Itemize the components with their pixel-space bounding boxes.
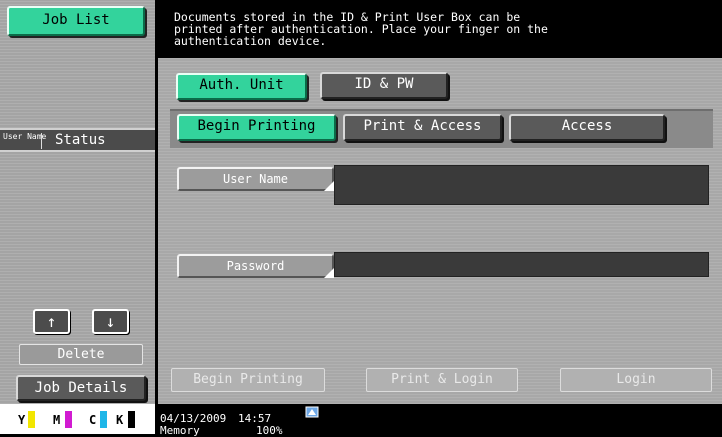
toner-c-label: C bbox=[89, 413, 97, 427]
job-list-button[interactable]: Job List bbox=[7, 6, 145, 36]
toner-level-bar: Y M C K bbox=[0, 404, 155, 434]
tab-begin-printing[interactable]: Begin Printing bbox=[177, 114, 336, 141]
tab-access[interactable]: Access bbox=[509, 114, 665, 141]
network-status-icon bbox=[305, 406, 319, 418]
status-time: 14:57 bbox=[238, 412, 272, 425]
scroll-up-button[interactable]: ↑ bbox=[33, 309, 70, 334]
begin-printing-button[interactable]: Begin Printing bbox=[171, 368, 325, 392]
instruction-message: Documents stored in the ID & Print User … bbox=[155, 0, 722, 58]
password-field[interactable] bbox=[334, 252, 709, 277]
left-panel bbox=[0, 0, 155, 434]
toner-k-gauge bbox=[128, 411, 135, 428]
toner-k-label: K bbox=[116, 413, 124, 427]
job-details-button[interactable]: Job Details bbox=[16, 375, 146, 401]
tab-id-pw[interactable]: ID & PW bbox=[320, 72, 448, 99]
col-separator bbox=[41, 133, 42, 149]
col-status: Status bbox=[55, 132, 106, 148]
toner-y-gauge bbox=[28, 411, 35, 428]
toner-m-gauge bbox=[65, 411, 72, 428]
toner-m-label: M bbox=[53, 413, 61, 427]
corner-triangle-icon bbox=[324, 268, 334, 278]
scroll-down-button[interactable]: ↓ bbox=[92, 309, 129, 334]
status-date: 04/13/2009 bbox=[160, 412, 227, 425]
corner-triangle-icon bbox=[324, 181, 334, 191]
user-name-button[interactable]: User Name bbox=[177, 167, 334, 191]
status-bar: 04/13/2009 14:57 Memory 100% bbox=[155, 404, 722, 437]
memory-value: 100% bbox=[256, 424, 283, 437]
tab-print-access[interactable]: Print & Access bbox=[343, 114, 502, 141]
password-button[interactable]: Password bbox=[177, 254, 334, 278]
user-name-label: User Name bbox=[222, 172, 289, 186]
toner-c-gauge bbox=[100, 411, 107, 428]
print-login-button[interactable]: Print & Login bbox=[366, 368, 518, 392]
delete-button[interactable]: Delete bbox=[19, 344, 143, 365]
login-button[interactable]: Login bbox=[560, 368, 712, 392]
toner-y-label: Y bbox=[18, 413, 26, 427]
arrow-down-icon: ↓ bbox=[105, 312, 116, 331]
arrow-up-icon: ↑ bbox=[46, 312, 57, 331]
tab-auth-unit[interactable]: Auth. Unit bbox=[176, 73, 307, 100]
job-list-column-header: User Name Status bbox=[0, 128, 155, 152]
user-name-field[interactable] bbox=[334, 165, 709, 205]
password-label: Password bbox=[226, 259, 285, 273]
col-user-name: User Name bbox=[3, 132, 47, 141]
memory-label: Memory bbox=[160, 424, 200, 437]
